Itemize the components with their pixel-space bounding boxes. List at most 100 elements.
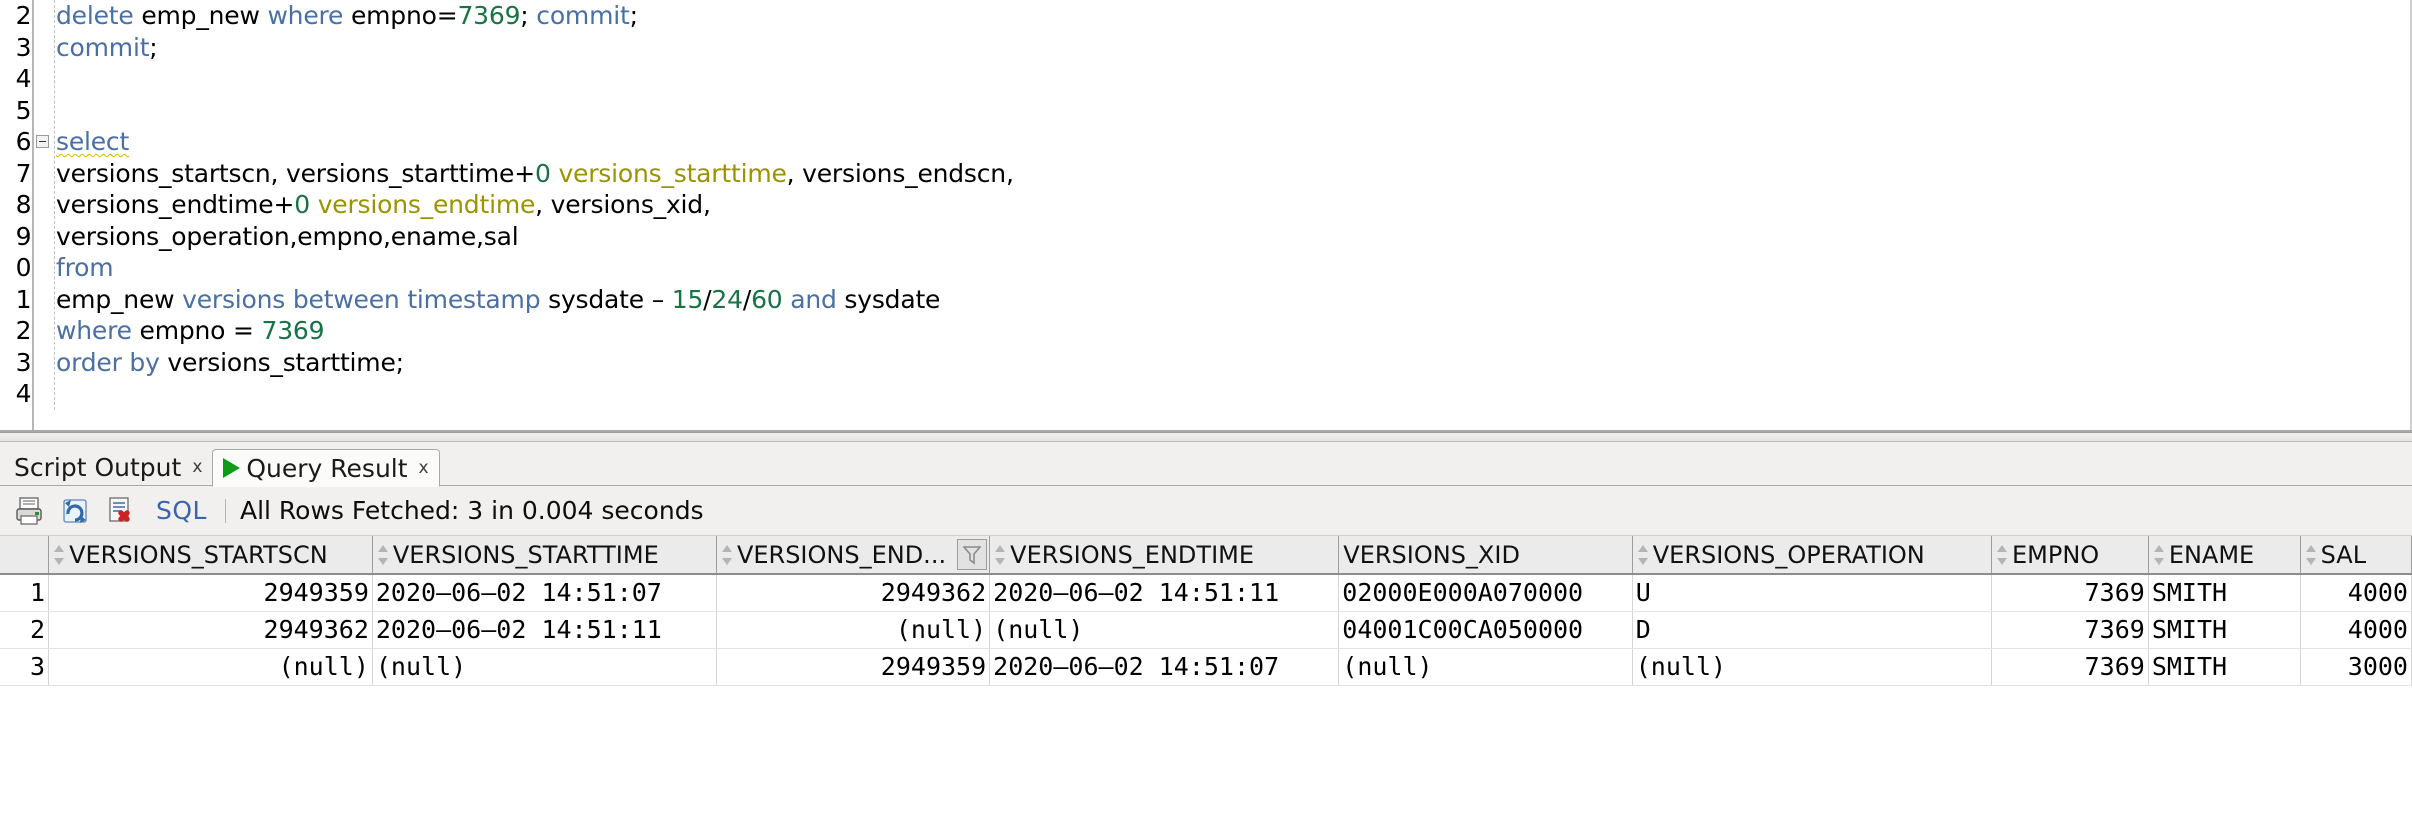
cell-versions_operation[interactable]: U [1632,574,1992,612]
results-tabbar: Script Output x Query Result x [0,442,2412,487]
code-token: sysdate [836,284,941,314]
cell-empno[interactable]: 7369 [1991,574,2149,612]
cell-sal[interactable]: 3000 [2300,648,2412,686]
cell-versions_endtime[interactable]: (null) [989,611,1340,649]
row-number-cell[interactable]: 3 [0,648,50,686]
column-header-versions_endscn[interactable]: VERSIONS_END... [716,536,991,575]
code-line[interactable]: delete emp_new where empno=7369; commit; [56,0,2380,32]
sort-arrows-icon[interactable] [994,544,1006,566]
sort-arrows-icon[interactable] [2305,544,2317,566]
code-token: 7369 [457,1,521,30]
line-number: 4 [15,64,31,93]
cell-empno[interactable]: 7369 [1991,648,2149,686]
code-line[interactable]: versions_operation,empno,ename,sal [56,221,2380,253]
code-line[interactable]: versions_startscn, versions_starttime+0 … [56,158,2380,190]
column-header-versions_starttime[interactable]: VERSIONS_STARTTIME [372,536,717,575]
sql-worksheet-editor[interactable]: 2345678901234 delete emp_new where empno… [0,0,2412,432]
sort-arrows-icon[interactable] [2153,544,2165,566]
refresh-icon[interactable] [58,494,92,528]
cell-versions_starttime[interactable]: 2020–06–02 14:51:11 [372,611,717,649]
code-line[interactable]: from [56,252,2380,284]
line-number: 8 [15,190,31,219]
code-token: ; [629,1,638,30]
code-line[interactable] [56,95,2380,127]
cell-versions_starttime[interactable]: (null) [372,648,717,686]
code-token: delete [56,1,142,30]
cell-versions_startscn[interactable]: (null) [48,648,373,686]
code-token: 24 [711,284,743,314]
line-number: 2 [15,1,31,30]
row-number-header[interactable] [0,536,50,575]
query-result-toolbar: SQL All Rows Fetched: 3 in 0.004 seconds [0,486,2412,536]
code-line[interactable]: order by versions_starttime; [56,347,2380,379]
cell-sal[interactable]: 4000 [2300,611,2412,649]
column-header-versions_endtime[interactable]: VERSIONS_ENDTIME [989,536,1340,575]
table-row[interactable]: 3 (null) (null) 2949359 2020–06–02 14:51:07(… [0,648,2412,686]
code-line[interactable]: emp_new versions between timestamp sysda… [56,284,2380,316]
tab-script-output[interactable]: Script Output x [4,448,212,486]
code-token: ; [149,32,158,62]
column-header-versions_xid[interactable]: VERSIONS_XID [1338,536,1633,575]
print-icon[interactable] [12,494,46,528]
cell-versions_xid[interactable]: 02000E000A070000 [1338,574,1633,612]
line-number: 4 [15,379,31,408]
sort-arrows-icon[interactable] [1637,544,1649,566]
cell-versions_operation[interactable]: (null) [1632,648,1992,686]
code-column[interactable]: delete emp_new where empno=7369; commit;… [34,0,2380,432]
row-number-cell[interactable]: 1 [0,574,50,612]
code-line[interactable] [56,63,2380,95]
cell-ename[interactable]: SMITH [2148,574,2301,612]
cell-sal[interactable]: 4000 [2300,574,2412,612]
code-text-area[interactable]: delete emp_new where empno=7369; commit;… [34,0,2380,410]
editor-scroll-area[interactable]: 2345678901234 delete emp_new where empno… [0,0,2380,432]
column-header-versions_operation[interactable]: VERSIONS_OPERATION [1632,536,1992,575]
cell-versions_startscn[interactable]: 2949359 [48,574,373,612]
code-line[interactable] [56,378,2380,410]
table-row[interactable]: 2 2949362 2020–06–02 14:51:11 (null) (null) 0… [0,611,2412,649]
close-icon[interactable]: x [192,458,202,476]
cell-versions_endtime[interactable]: 2020–06–02 14:51:11 [989,574,1340,612]
code-token: commit [536,1,630,30]
cell-empno[interactable]: 7369 [1991,611,2149,649]
cell-versions_endtime[interactable]: 2020–06–02 14:51:07 [989,648,1340,686]
column-header-ename[interactable]: ENAME [2148,536,2301,575]
clear-results-icon[interactable] [104,494,138,528]
cell-versions_endscn[interactable]: (null) [716,611,991,649]
sort-arrows-icon[interactable] [377,544,389,566]
sort-arrows-icon[interactable] [721,544,733,566]
cell-versions_starttime[interactable]: 2020–06–02 14:51:07 [372,574,717,612]
code-token: sysdate – [548,284,672,314]
cell-versions_operation[interactable]: D [1632,611,1992,649]
row-number-cell[interactable]: 2 [0,611,50,649]
editor-results-splitter[interactable] [0,432,2412,442]
query-result-grid[interactable]: VERSIONS_STARTSCN VERSIONS_STARTTIME VERSI… [0,536,2412,766]
code-token: versions_endtime [317,190,536,219]
code-token: , versions_endscn, [786,158,1014,188]
code-token: 60 [751,284,783,314]
table-row[interactable]: 1 2949359 2020–06–02 14:51:07 2949362 2020–0… [0,574,2412,612]
cell-versions_xid[interactable]: 04001C00CA050000 [1338,611,1633,649]
cell-versions_startscn[interactable]: 2949362 [48,611,373,649]
code-token: empno = [139,316,262,345]
code-line[interactable]: where empno = 7369 [56,315,2380,347]
sort-arrows-icon[interactable] [53,544,65,566]
cell-versions_endscn[interactable]: 2949359 [716,648,991,686]
sort-arrows-icon[interactable] [1996,544,2008,566]
column-header-versions_startscn[interactable]: VERSIONS_STARTSCN [48,536,373,575]
column-header-sal[interactable]: SAL [2300,536,2412,575]
close-icon[interactable]: x [419,459,429,477]
cell-versions_endscn[interactable]: 2949362 [716,574,991,612]
cell-ename[interactable]: SMITH [2148,611,2301,649]
code-line[interactable]: commit; [56,32,2380,64]
code-token: commit [56,32,150,62]
code-line[interactable]: versions_endtime+0 versions_endtime, ver… [56,189,2380,221]
column-filter-button[interactable] [957,539,988,570]
tab-query-result[interactable]: Query Result x [212,449,440,487]
line-number-gutter: 2345678901234 [0,0,34,432]
cell-ename[interactable]: SMITH [2148,648,2301,686]
column-header-empno[interactable]: EMPNO [1991,536,2149,575]
code-line[interactable]: select [56,126,2380,158]
sql-label[interactable]: SQL [156,496,207,525]
cell-versions_xid[interactable]: (null) [1338,648,1633,686]
